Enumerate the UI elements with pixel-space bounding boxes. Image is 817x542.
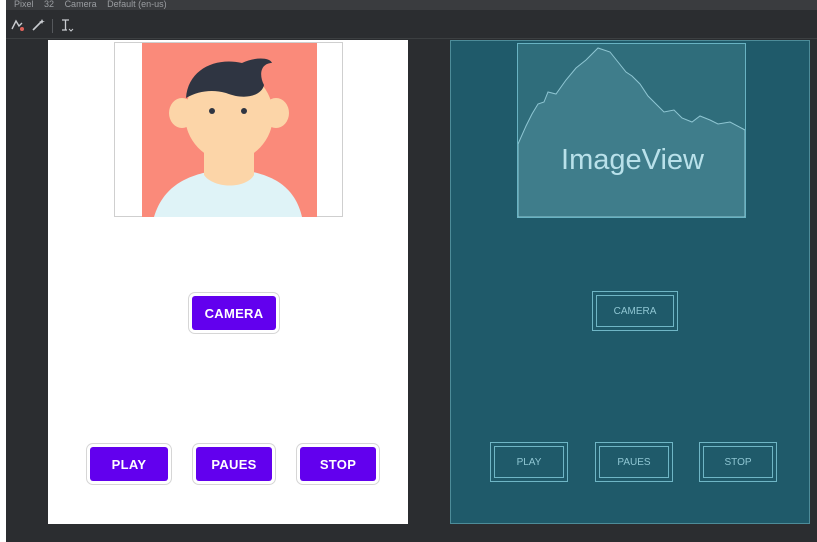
top-device-bar: Pixel 32 Camera Default (en-us)	[6, 0, 817, 10]
api-selector[interactable]: 32	[44, 0, 54, 9]
play-button[interactable]: PLAY	[90, 447, 168, 481]
blueprint-pause-label: PAUES	[617, 456, 651, 468]
blueprint-play-button[interactable]: PLAY	[490, 442, 568, 482]
design-toggle-icon[interactable]	[10, 17, 26, 33]
camera-button[interactable]: CAMERA	[192, 296, 276, 330]
status-bar	[6, 526, 817, 542]
blueprint-play-label: PLAY	[516, 456, 542, 468]
editor-frame: Pixel 32 Camera Default (en-us) CAMERA P…	[6, 0, 817, 542]
text-cursor-icon[interactable]	[58, 17, 74, 33]
device-selector[interactable]: Pixel	[14, 0, 34, 9]
design-surface[interactable]: CAMERA PLAY PAUES STOP	[48, 40, 408, 524]
image-placeholder-icon	[518, 47, 745, 217]
blueprint-stop-label: STOP	[724, 456, 752, 468]
blueprint-camera-label: CAMERA	[613, 305, 657, 317]
theme-selector[interactable]: Camera	[65, 0, 97, 9]
pause-button[interactable]: PAUES	[196, 447, 272, 481]
locale-selector[interactable]: Default (en-us)	[107, 0, 167, 9]
toolbar-separator	[52, 19, 53, 33]
layout-toolbar	[6, 12, 817, 39]
magic-wand-icon[interactable]	[30, 17, 46, 33]
blueprint-surface[interactable]: ImageView CAMERA PLAY PAUES STOP	[450, 40, 810, 524]
stop-button[interactable]: STOP	[300, 447, 376, 481]
blueprint-pause-button[interactable]: PAUES	[595, 442, 673, 482]
blueprint-camera-button[interactable]: CAMERA	[592, 291, 678, 331]
blueprint-stop-button[interactable]: STOP	[699, 442, 777, 482]
blueprint-image-view[interactable]: ImageView	[517, 43, 746, 218]
image-view[interactable]	[114, 42, 343, 217]
image-view-label: ImageView	[561, 144, 704, 176]
avatar-image	[142, 43, 317, 217]
